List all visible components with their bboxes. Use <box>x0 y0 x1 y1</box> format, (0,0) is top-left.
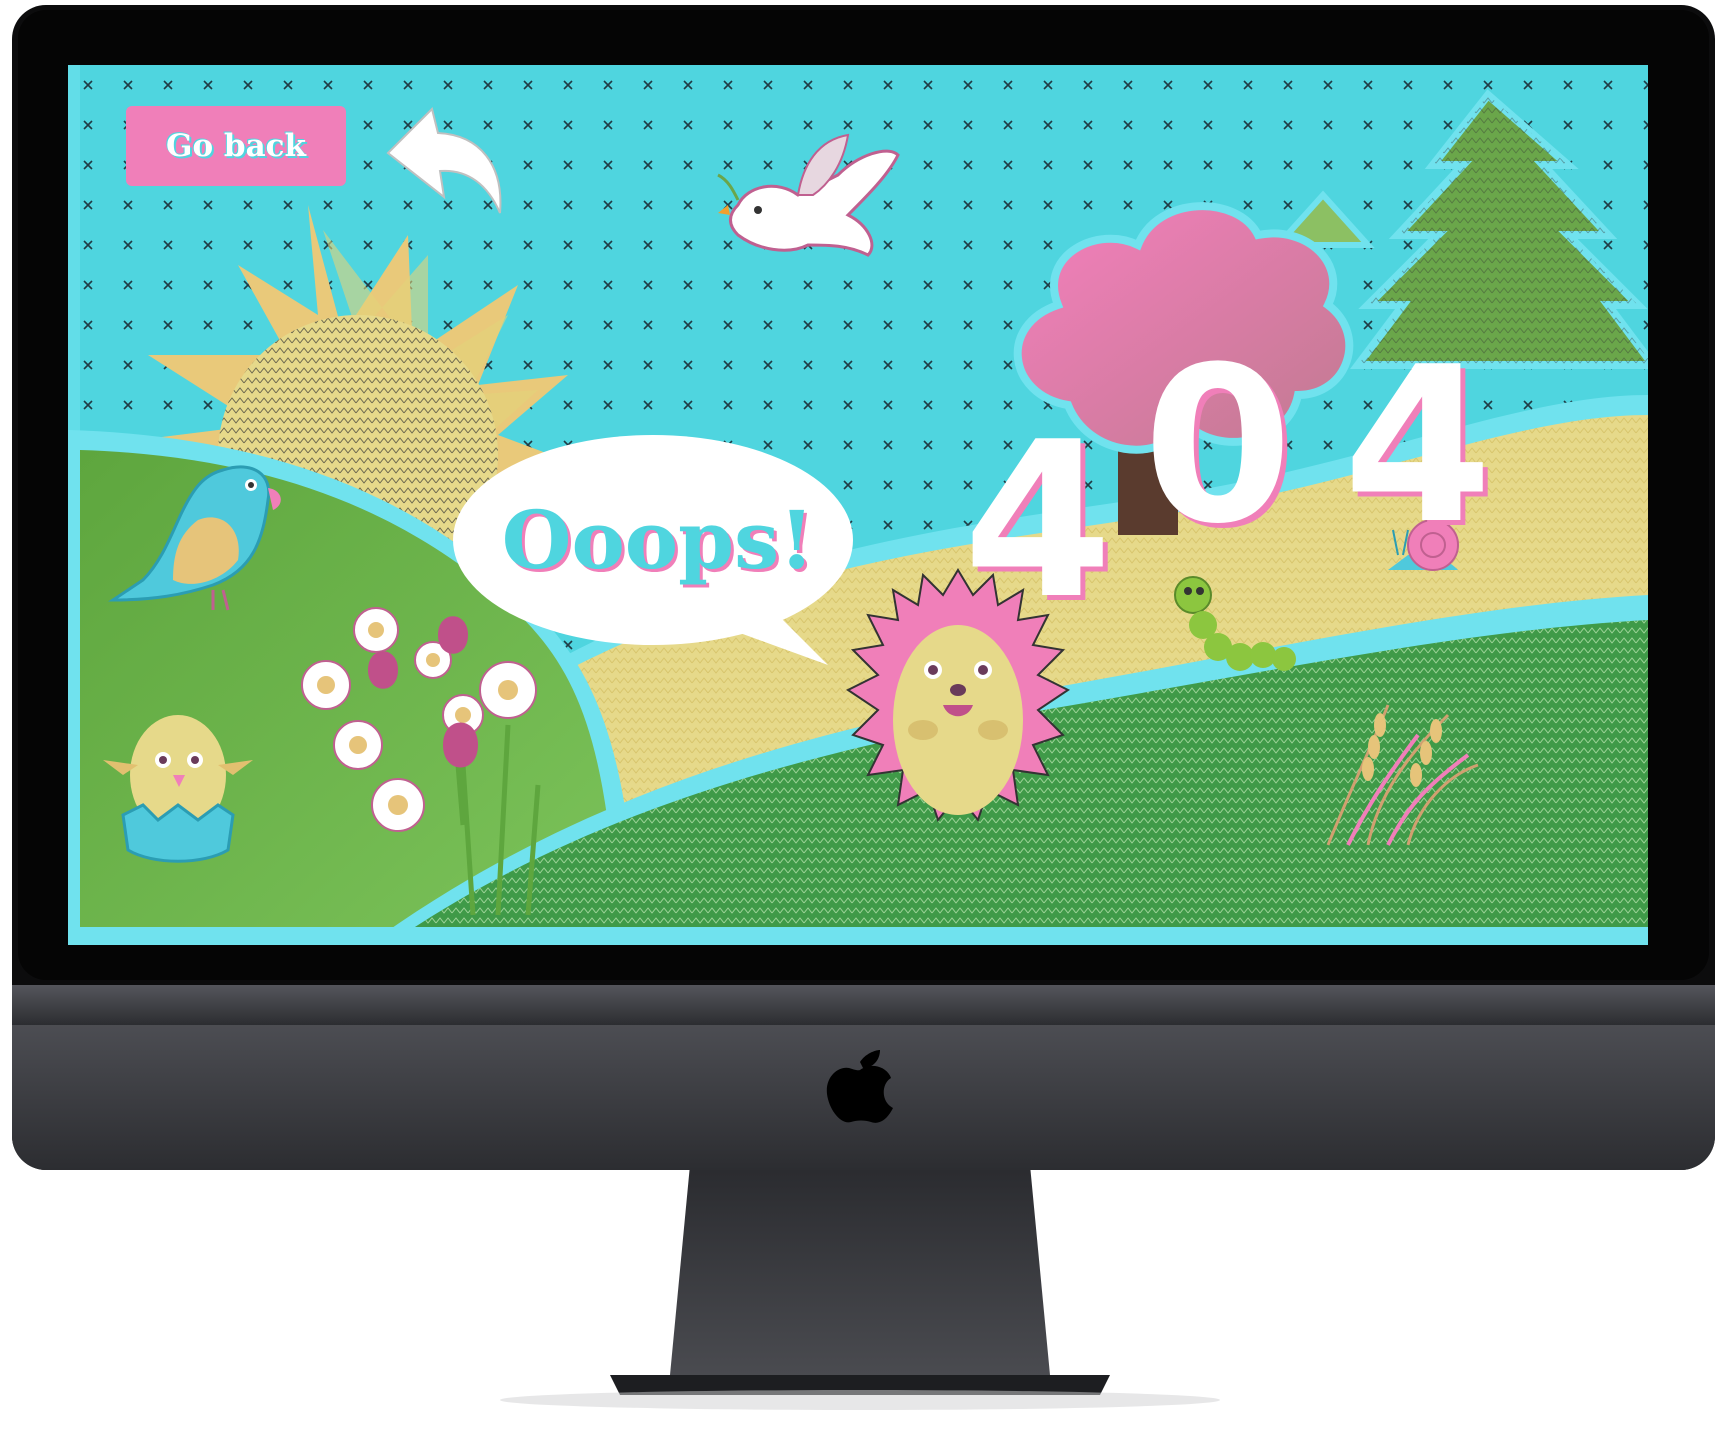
back-arrow-icon[interactable] <box>380 105 508 217</box>
error-digit-2: 0 <box>1143 320 1293 571</box>
apple-logo-icon <box>826 1050 893 1123</box>
error-digit-1: 4 <box>963 395 1113 646</box>
oops-text: Ooops! <box>501 493 815 587</box>
go-back-button[interactable]: Go back <box>126 106 346 186</box>
imac-device: Go back Ooops! 4 0 4 <box>0 0 1719 1427</box>
error-code-404: 4 0 4 <box>963 320 1593 646</box>
error-digit-3: 4 <box>1343 320 1493 571</box>
screen: Go back Ooops! 4 0 4 <box>68 65 1648 945</box>
